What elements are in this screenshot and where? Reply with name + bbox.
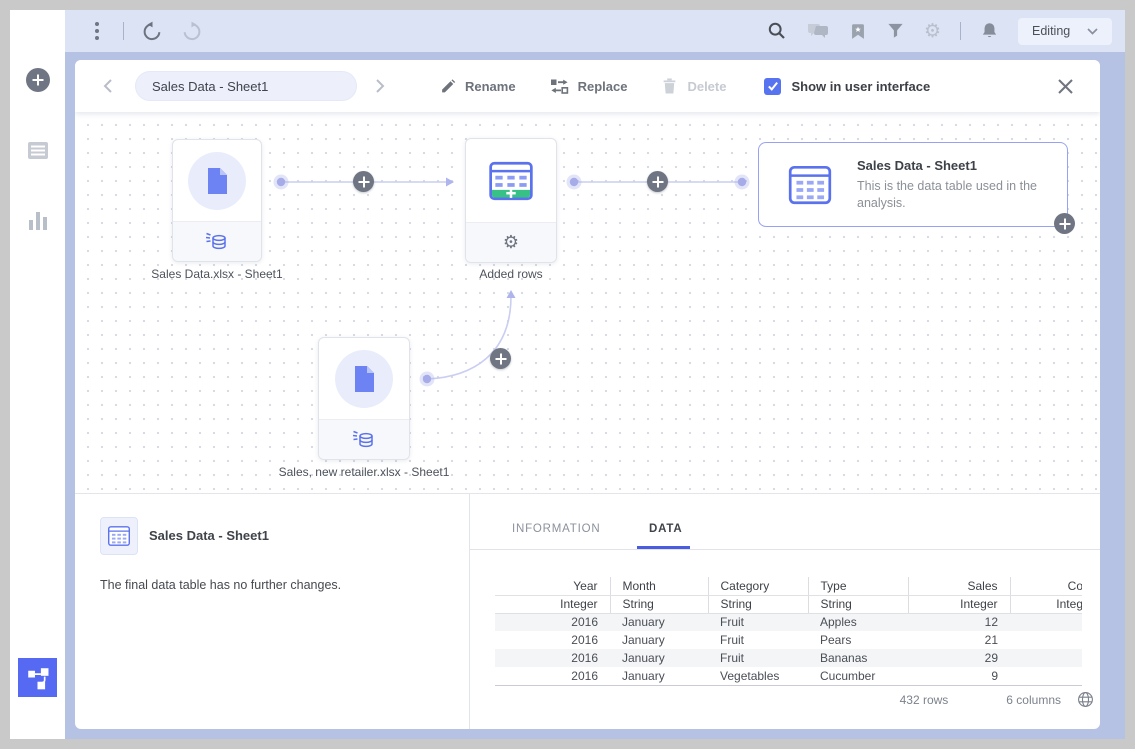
final-node-title: Sales Data - Sheet1 bbox=[857, 158, 1067, 173]
data-preview-pane: INFORMATION DATA Year Month Category bbox=[470, 494, 1100, 729]
flow-canvas[interactable]: Sales Data.xlsx - Sheet1 bbox=[75, 112, 1100, 494]
menu-kebab-icon[interactable] bbox=[89, 20, 105, 42]
rename-button[interactable]: Rename bbox=[439, 78, 516, 95]
node-details-pane: Sales Data - Sheet1 The final data table… bbox=[75, 494, 470, 729]
final-node-description: This is the data table used in the analy… bbox=[857, 178, 1067, 212]
final-table-node[interactable]: Sales Data - Sheet1 This is the data tab… bbox=[758, 142, 1068, 227]
replace-button[interactable]: Replace bbox=[550, 78, 628, 95]
table-row: 2016 January Fruit Apples 12 bbox=[495, 613, 1082, 631]
table-icon-box bbox=[100, 517, 138, 555]
node-label: Added rows bbox=[451, 267, 571, 281]
trash-icon bbox=[661, 77, 678, 95]
data-table[interactable]: Year Month Category Type Sales Co Intege… bbox=[495, 577, 1082, 686]
add-rows-table-icon bbox=[487, 157, 535, 205]
delete-button[interactable]: Delete bbox=[661, 77, 726, 95]
table-icon bbox=[785, 160, 835, 210]
file-icon-circle bbox=[335, 350, 393, 408]
source-file-node[interactable] bbox=[318, 337, 410, 460]
source-file-node[interactable] bbox=[172, 139, 262, 262]
comments-icon[interactable] bbox=[806, 22, 830, 40]
table-footer: 432 rows 6 columns bbox=[900, 691, 1094, 708]
column-header-row: Year Month Category Type Sales Co bbox=[495, 577, 1082, 595]
details-area: Sales Data - Sheet1 The final data table… bbox=[75, 494, 1100, 729]
bookmark-icon[interactable] bbox=[849, 22, 867, 41]
tab-information[interactable]: INFORMATION bbox=[512, 523, 600, 535]
table-selector[interactable]: Sales Data - Sheet1 bbox=[135, 71, 357, 101]
tab-separator bbox=[470, 549, 1100, 550]
next-table-chevron-icon[interactable] bbox=[371, 74, 389, 98]
content-band: Sales Data - Sheet1 Rename Replace Delet… bbox=[65, 52, 1125, 739]
table-row: 2016 January Vegetables Cucumber 9 bbox=[495, 667, 1082, 685]
toolbar-divider bbox=[960, 22, 961, 40]
replace-icon bbox=[550, 78, 569, 95]
settings-gear-icon[interactable]: ⚙ bbox=[924, 22, 941, 41]
top-toolbar: ⚙ Editing bbox=[65, 10, 1125, 52]
column-count: 6 columns bbox=[1006, 693, 1061, 707]
column-type-row: Integer String String String Integer Int… bbox=[495, 595, 1082, 613]
table-selector-value: Sales Data - Sheet1 bbox=[152, 79, 268, 94]
add-icon[interactable] bbox=[26, 68, 50, 92]
node-label: Sales, new retailer.xlsx - Sheet1 bbox=[244, 465, 484, 479]
close-icon[interactable] bbox=[1053, 74, 1078, 99]
data-canvas-icon[interactable] bbox=[18, 658, 57, 697]
pages-list-icon[interactable] bbox=[27, 141, 49, 165]
insert-step-button[interactable] bbox=[353, 171, 374, 192]
details-note: The final data table has no further chan… bbox=[100, 578, 341, 592]
node-label: Sales Data.xlsx - Sheet1 bbox=[127, 267, 307, 281]
pencil-icon bbox=[439, 78, 456, 95]
database-import-icon bbox=[205, 231, 229, 252]
bar-chart-icon[interactable] bbox=[29, 212, 47, 230]
details-title: Sales Data - Sheet1 bbox=[149, 528, 269, 543]
tab-data[interactable]: DATA bbox=[649, 523, 682, 535]
filter-icon[interactable] bbox=[886, 22, 905, 40]
redo-icon[interactable] bbox=[181, 21, 202, 41]
file-icon bbox=[352, 365, 376, 393]
globe-icon[interactable] bbox=[1077, 691, 1094, 708]
insert-step-button[interactable] bbox=[490, 348, 511, 369]
show-in-ui-toggle[interactable]: Show in user interface bbox=[764, 78, 930, 95]
notifications-bell-icon[interactable] bbox=[980, 21, 999, 41]
data-source-section[interactable] bbox=[173, 221, 261, 261]
row-count: 432 rows bbox=[900, 693, 949, 707]
table-row: 2016 January Fruit Bananas 29 bbox=[495, 649, 1082, 667]
add-operation-button[interactable] bbox=[1054, 213, 1075, 234]
data-source-section[interactable] bbox=[319, 419, 409, 459]
checkbox-checked-icon[interactable] bbox=[764, 78, 781, 95]
database-import-icon bbox=[352, 429, 376, 450]
file-icon bbox=[205, 167, 229, 195]
table-icon bbox=[106, 523, 132, 549]
left-sidebar bbox=[10, 10, 65, 739]
toolbar-divider bbox=[123, 22, 124, 40]
main-area: ⚙ Editing Sales Data - Sheet1 bbox=[65, 10, 1125, 739]
operation-settings-section[interactable]: ⚙ bbox=[466, 222, 556, 262]
undo-icon[interactable] bbox=[142, 21, 163, 41]
table-row: 2016 January Fruit Pears 21 bbox=[495, 631, 1082, 649]
file-icon-circle bbox=[188, 152, 246, 210]
mode-dropdown[interactable]: Editing bbox=[1018, 18, 1112, 45]
search-icon[interactable] bbox=[767, 21, 787, 41]
prev-table-chevron-icon[interactable] bbox=[99, 74, 117, 98]
data-canvas-panel: Sales Data - Sheet1 Rename Replace Delet… bbox=[75, 60, 1100, 729]
canvas-header: Sales Data - Sheet1 Rename Replace Delet… bbox=[75, 60, 1100, 112]
mode-dropdown-value: Editing bbox=[1032, 24, 1070, 38]
gear-icon[interactable]: ⚙ bbox=[503, 234, 519, 252]
insert-step-button[interactable] bbox=[647, 171, 668, 192]
show-in-ui-label: Show in user interface bbox=[791, 79, 930, 94]
chevron-down-icon bbox=[1086, 27, 1099, 36]
added-rows-node[interactable]: ⚙ bbox=[465, 138, 557, 263]
